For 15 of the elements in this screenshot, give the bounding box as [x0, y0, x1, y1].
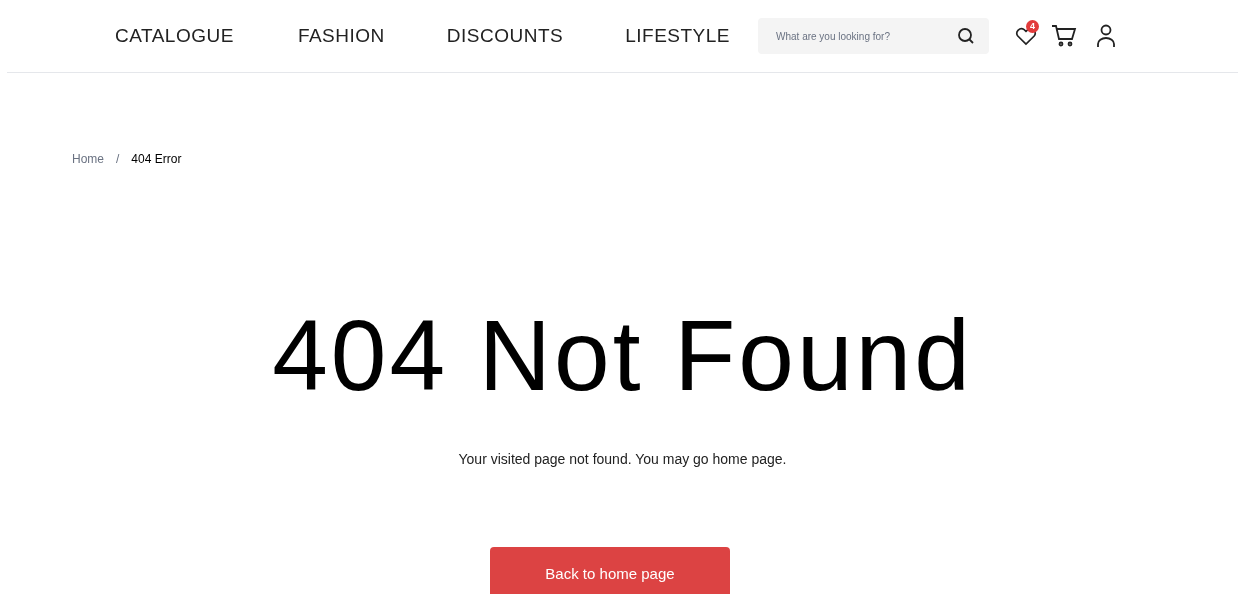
nav-link[interactable]: CATALOGUE [115, 21, 234, 51]
nav-link[interactable]: FASHION [297, 21, 385, 51]
error-heading: 404 Not Found [271, 305, 974, 405]
breadcrumb-current: 404 Error [131, 151, 182, 168]
breadcrumb-separator: / [116, 151, 120, 168]
error-message: Your visited page not found. You may go home page. [457, 450, 788, 469]
breadcrumb-link[interactable]: Home [72, 150, 104, 168]
nav-link[interactable]: LIFESTYLE [625, 21, 730, 51]
home-button[interactable]: Back to home page [490, 547, 730, 594]
cart-icon[interactable] [1051, 24, 1077, 48]
nav-link[interactable]: DISCOUNTS [446, 21, 564, 51]
wishlist-badge: 4 [1026, 20, 1039, 33]
search-field[interactable]: What are you looking for? [758, 18, 989, 54]
user-icon[interactable] [1096, 24, 1116, 48]
search-icon[interactable] [957, 27, 975, 45]
